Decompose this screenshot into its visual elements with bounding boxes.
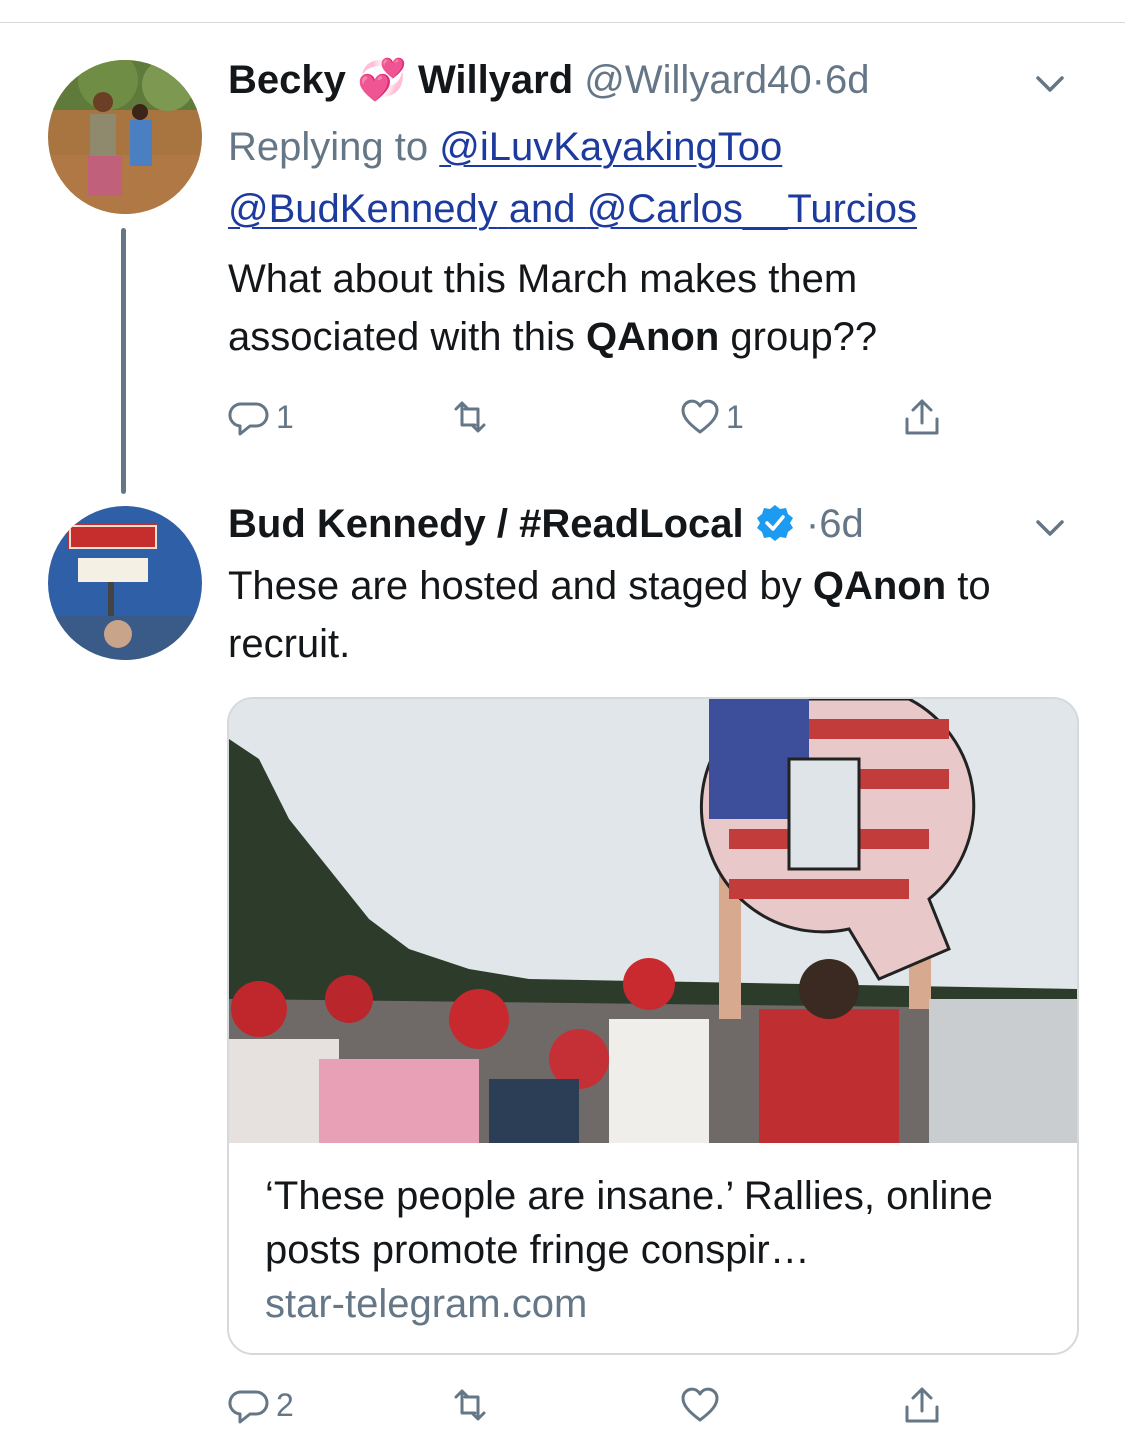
reply-button[interactable]: 2 xyxy=(228,1380,294,1430)
avatar[interactable] xyxy=(48,506,202,660)
share-button[interactable] xyxy=(900,392,944,442)
timestamp[interactable]: 6d xyxy=(819,502,864,546)
hashtag-bold: QAnon xyxy=(812,564,947,608)
reply-mention[interactable]: @BudKennedy and @Carlos__Turcios xyxy=(228,187,917,231)
retweet-button[interactable] xyxy=(448,1380,496,1430)
tweet-text: These are hosted and staged by QAnon to … xyxy=(228,564,991,666)
share-icon xyxy=(905,1387,939,1423)
top-divider xyxy=(0,22,1125,23)
chevron-down-icon[interactable] xyxy=(1032,510,1068,546)
like-button[interactable]: 1 xyxy=(678,392,744,442)
avatar-photo xyxy=(48,60,202,214)
display-name-emoji: 💞 xyxy=(357,58,407,102)
reply-count: 2 xyxy=(276,1386,294,1423)
reply-icon xyxy=(228,402,269,436)
verified-badge-icon xyxy=(756,505,793,541)
tweet-header: Becky 💞 Willyard @Willyard40·6d xyxy=(228,56,869,104)
avatar[interactable] xyxy=(48,60,202,214)
like-button[interactable] xyxy=(678,1380,726,1430)
avatar-photo xyxy=(48,506,202,660)
tweet-actions: 2 xyxy=(228,1380,988,1430)
reply-icon xyxy=(228,1390,269,1424)
tweet-header: Bud Kennedy / #ReadLocal ·6d xyxy=(228,500,864,548)
reply-mention[interactable]: @iLuvKayakingToo xyxy=(439,125,782,169)
reply-button[interactable]: 1 xyxy=(228,392,294,442)
card-domain: star-telegram.com xyxy=(265,1282,588,1326)
display-name[interactable]: Bud Kennedy / #ReadLocal xyxy=(228,502,744,546)
replying-prefix: Replying to xyxy=(228,125,429,169)
like-icon xyxy=(681,1387,719,1422)
display-name[interactable]: Becky xyxy=(228,58,346,102)
like-icon xyxy=(681,399,719,434)
user-handle[interactable]: @Willyard40 xyxy=(584,58,811,102)
replying-to: Replying to @iLuvKayakingToo @BudKennedy… xyxy=(228,116,1048,240)
tweet-actions: 1 1 xyxy=(228,392,988,442)
retweet-icon xyxy=(454,1389,486,1421)
timestamp[interactable]: 6d xyxy=(825,58,870,102)
card-title: ‘These people are insane.’ Rallies, onli… xyxy=(265,1174,993,1272)
tweet-text: What about this March makes them associa… xyxy=(228,257,878,359)
reply-count: 1 xyxy=(276,398,294,435)
like-count: 1 xyxy=(726,398,744,435)
share-icon xyxy=(905,399,939,435)
separator-dot: · xyxy=(811,58,825,102)
display-name-last[interactable]: Willyard xyxy=(418,58,573,102)
chevron-down-icon[interactable] xyxy=(1032,66,1068,102)
link-card[interactable]: ‘These people are insane.’ Rallies, onli… xyxy=(227,697,1079,1355)
card-image xyxy=(229,699,1077,1143)
separator-dot: · xyxy=(805,502,820,546)
hashtag-bold: QAnon xyxy=(585,315,720,359)
retweet-button[interactable] xyxy=(448,392,496,442)
thread-connector xyxy=(121,228,126,494)
share-button[interactable] xyxy=(900,1380,944,1430)
retweet-icon xyxy=(454,401,486,433)
